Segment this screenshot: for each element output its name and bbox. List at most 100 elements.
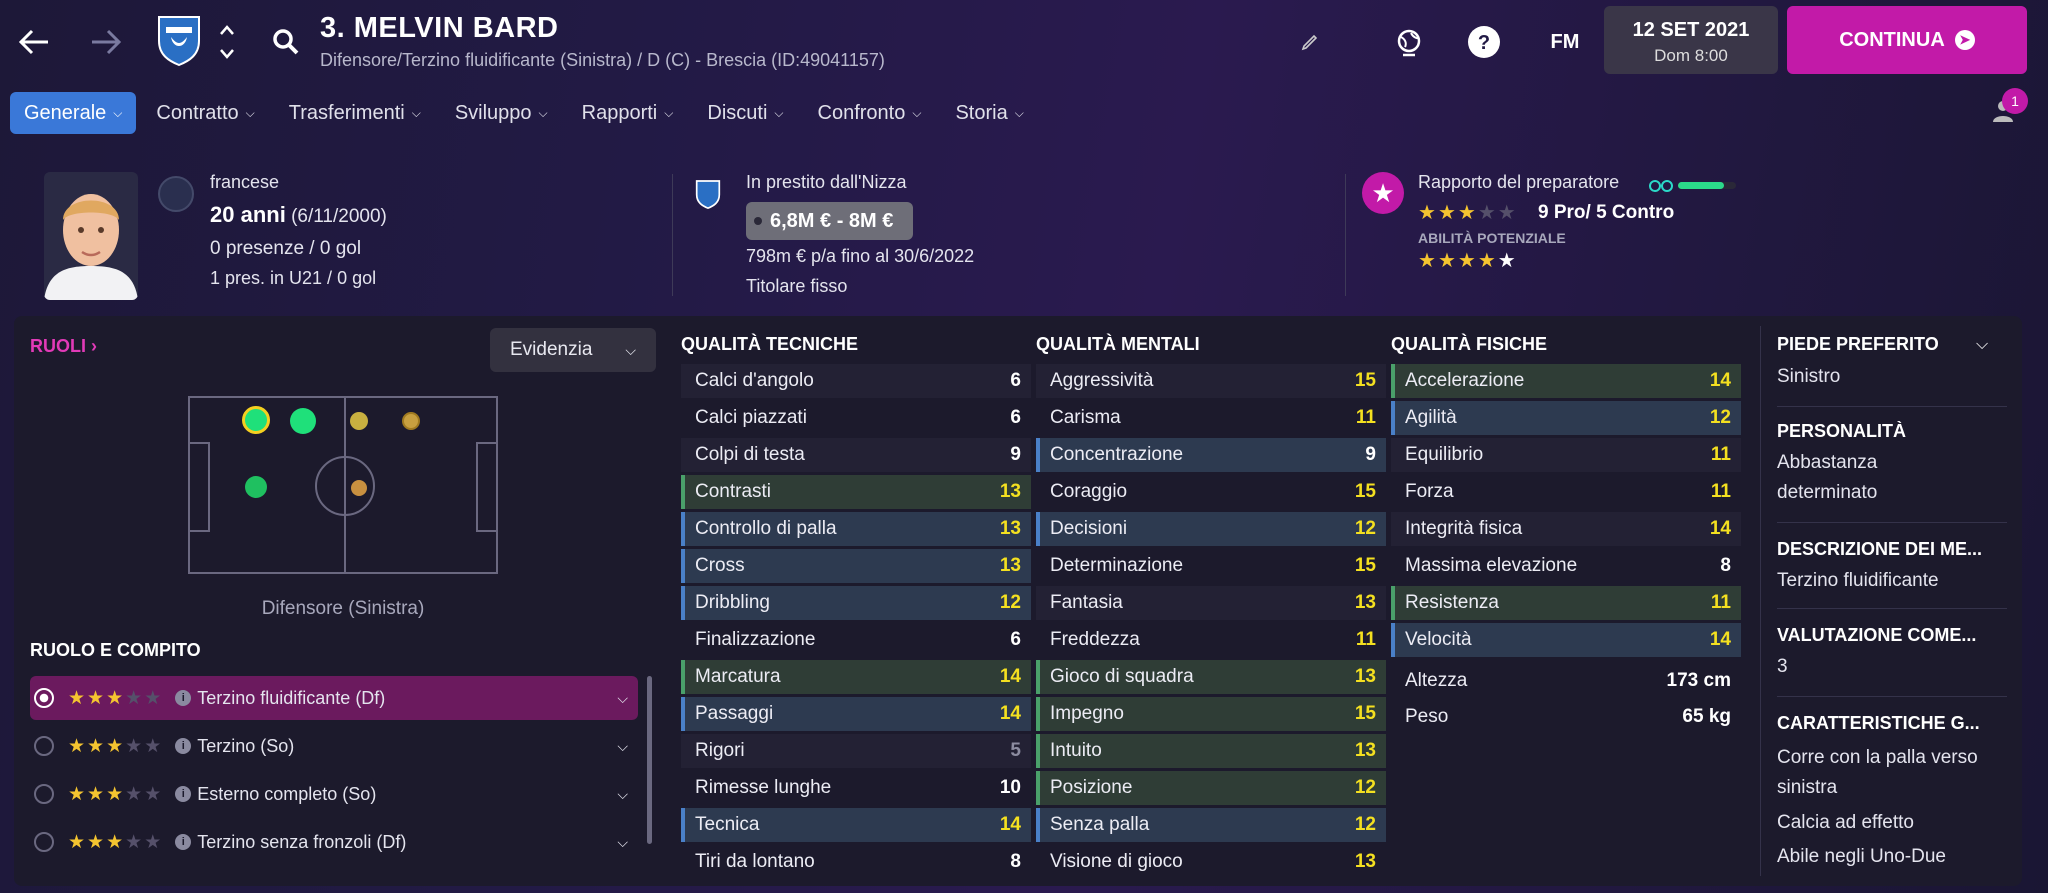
attribute-row[interactable]: Freddezza 11 xyxy=(1036,623,1386,657)
attribute-row[interactable]: Finalizzazione 6 xyxy=(681,623,1031,657)
forward-arrow-icon[interactable] xyxy=(86,22,126,62)
attribute-row[interactable]: Colpi di testa 9 xyxy=(681,438,1031,472)
attribute-value: 12 xyxy=(1354,518,1376,539)
value-pill[interactable]: 6,8M € - 8M € xyxy=(746,202,914,240)
coach-report-label[interactable]: Rapporto del preparatore xyxy=(1418,172,1619,193)
position-dot-ml[interactable] xyxy=(350,412,368,430)
role-radio[interactable] xyxy=(34,688,54,708)
role-row[interactable]: ★ ★ ★ ★ ★ i Terzino fluidificante (Df) ⌵ xyxy=(30,676,638,720)
position-pitch xyxy=(188,396,498,574)
info-icon[interactable]: i xyxy=(175,786,192,802)
tab-contratto[interactable]: Contratto ⌵ xyxy=(142,92,268,134)
position-dot-dc[interactable] xyxy=(245,476,267,498)
tab-sviluppo[interactable]: Sviluppo ⌵ xyxy=(441,92,562,134)
attribute-row[interactable]: Contrasti 13 xyxy=(681,475,1031,509)
attribute-value: 13 xyxy=(999,555,1021,576)
attribute-row[interactable]: Dribbling 12 xyxy=(681,586,1031,620)
attribute-row[interactable]: Forza 11 xyxy=(1391,475,1741,509)
info-icon[interactable]: i xyxy=(175,690,192,706)
attribute-row[interactable]: Determinazione 15 xyxy=(1036,549,1386,583)
role-row[interactable]: ★ ★ ★ ★ ★ i Terzino (So) ⌵ xyxy=(30,724,638,768)
info-icon[interactable]: i xyxy=(175,834,192,850)
attribute-row[interactable]: Posizione 12 xyxy=(1036,771,1386,805)
notifications-button[interactable]: 1 xyxy=(1990,88,2028,126)
attribute-row[interactable]: Intuito 13 xyxy=(1036,734,1386,768)
attribute-row[interactable]: Carisma 11 xyxy=(1036,401,1386,435)
player-avatar xyxy=(44,172,138,300)
tab-discuti[interactable]: Discuti ⌵ xyxy=(693,92,797,134)
attribute-row[interactable]: Visione di gioco 13 xyxy=(1036,845,1386,879)
attribute-value: 15 xyxy=(1354,481,1376,502)
attribute-name: Passaggi xyxy=(695,703,774,724)
tab-rapporti[interactable]: Rapporti ⌵ xyxy=(568,92,688,134)
attribute-row[interactable]: Decisioni 12 xyxy=(1036,512,1386,546)
attribute-row[interactable]: Calci piazzati 6 xyxy=(681,401,1031,435)
attribute-row[interactable]: Massima elevazione 8 xyxy=(1391,549,1741,583)
attribute-value: 13 xyxy=(999,481,1021,502)
coach-report-star-icon[interactable]: ★ xyxy=(1362,172,1404,214)
continue-button[interactable]: CONTINUA ➤ xyxy=(1787,6,2027,74)
player-switch-icon[interactable] xyxy=(214,20,240,64)
role-label: Terzino (So) xyxy=(197,735,295,756)
attribute-name: Forza xyxy=(1405,481,1454,502)
attribute-row[interactable]: Tiri da lontano 8 xyxy=(681,845,1031,879)
attribute-row[interactable]: Gioco di squadra 13 xyxy=(1036,660,1386,694)
back-arrow-icon[interactable] xyxy=(14,22,54,62)
world-globe-icon[interactable] xyxy=(1390,24,1428,62)
attribute-row[interactable]: Impegno 15 xyxy=(1036,697,1386,731)
position-dot-wbl[interactable] xyxy=(290,408,316,434)
club-crest-icon[interactable] xyxy=(155,12,203,68)
roles-link[interactable]: RUOLI › xyxy=(30,336,97,357)
attribute-row[interactable]: Resistenza 11 xyxy=(1391,586,1741,620)
chevron-down-icon[interactable]: ⌵ xyxy=(1976,336,1988,354)
tab-confronto[interactable]: Confronto ⌵ xyxy=(804,92,936,134)
attribute-row[interactable]: Integrità fisica 14 xyxy=(1391,512,1741,546)
chevron-right-icon: › xyxy=(91,336,98,356)
attribute-row[interactable]: Velocità 14 xyxy=(1391,623,1741,657)
role-radio[interactable] xyxy=(34,784,54,804)
position-dot-dm[interactable] xyxy=(351,480,367,496)
chevron-down-icon[interactable]: ⌵ xyxy=(617,786,628,803)
tab-label: Sviluppo xyxy=(454,101,532,124)
attribute-row[interactable]: Concentrazione 9 xyxy=(1036,438,1386,472)
info-icon[interactable]: i xyxy=(175,738,192,754)
tab-storia[interactable]: Storia ⌵ xyxy=(941,92,1037,134)
tab-generale[interactable]: Generale ⌵ xyxy=(10,92,137,134)
highlight-dropdown[interactable]: Evidenzia ⌵ xyxy=(490,328,656,372)
binoculars-icon xyxy=(1648,176,1674,194)
position-dot-aml[interactable] xyxy=(402,412,420,430)
attribute-row[interactable]: Rigori 5 xyxy=(681,734,1031,768)
roles-scrollbar[interactable] xyxy=(647,676,652,844)
attribute-row[interactable]: Fantasia 13 xyxy=(1036,586,1386,620)
chevron-down-icon[interactable]: ⌵ xyxy=(617,738,628,755)
edit-pencil-icon[interactable] xyxy=(1296,28,1324,56)
tab-trasferimenti[interactable]: Trasferimenti ⌵ xyxy=(275,92,435,134)
attribute-row[interactable]: Agilità 12 xyxy=(1391,401,1741,435)
attribute-row[interactable]: Calci d'angolo 6 xyxy=(681,364,1031,398)
search-icon[interactable] xyxy=(270,26,302,58)
date-box[interactable]: 12 SET 2021 Dom 8:00 xyxy=(1604,6,1778,74)
attribute-row[interactable]: Controllo di palla 13 xyxy=(681,512,1031,546)
attribute-name: Senza palla xyxy=(1050,814,1150,835)
role-row[interactable]: ★ ★ ★ ★ ★ i Esterno completo (So) ⌵ xyxy=(30,772,638,816)
attribute-row[interactable]: Marcatura 14 xyxy=(681,660,1031,694)
attribute-row[interactable]: Cross 13 xyxy=(681,549,1031,583)
fm-menu-button[interactable]: FM xyxy=(1540,26,1590,58)
attribute-name: Rigori xyxy=(695,740,745,761)
attribute-row[interactable]: Aggressività 15 xyxy=(1036,364,1386,398)
attribute-row[interactable]: Coraggio 15 xyxy=(1036,475,1386,509)
attribute-row[interactable]: Rimesse lunghe 10 xyxy=(681,771,1031,805)
attribute-row[interactable]: Passaggi 14 xyxy=(681,697,1031,731)
attribute-row[interactable]: Senza palla 12 xyxy=(1036,808,1386,842)
help-icon[interactable]: ? xyxy=(1466,24,1502,60)
role-radio[interactable] xyxy=(34,832,54,852)
attribute-row[interactable]: Accelerazione 14 xyxy=(1391,364,1741,398)
chevron-down-icon[interactable]: ⌵ xyxy=(617,690,628,707)
role-row[interactable]: ★ ★ ★ ★ ★ i Terzino senza fronzoli (Df) ⌵ xyxy=(30,820,638,864)
attribute-row[interactable]: Equilibrio 11 xyxy=(1391,438,1741,472)
chevron-down-icon[interactable]: ⌵ xyxy=(617,834,628,851)
attribute-row[interactable]: Tecnica 14 xyxy=(681,808,1031,842)
role-radio[interactable] xyxy=(34,736,54,756)
position-dot-dl[interactable] xyxy=(242,406,270,434)
attribute-name: Visione di gioco xyxy=(1050,851,1183,872)
